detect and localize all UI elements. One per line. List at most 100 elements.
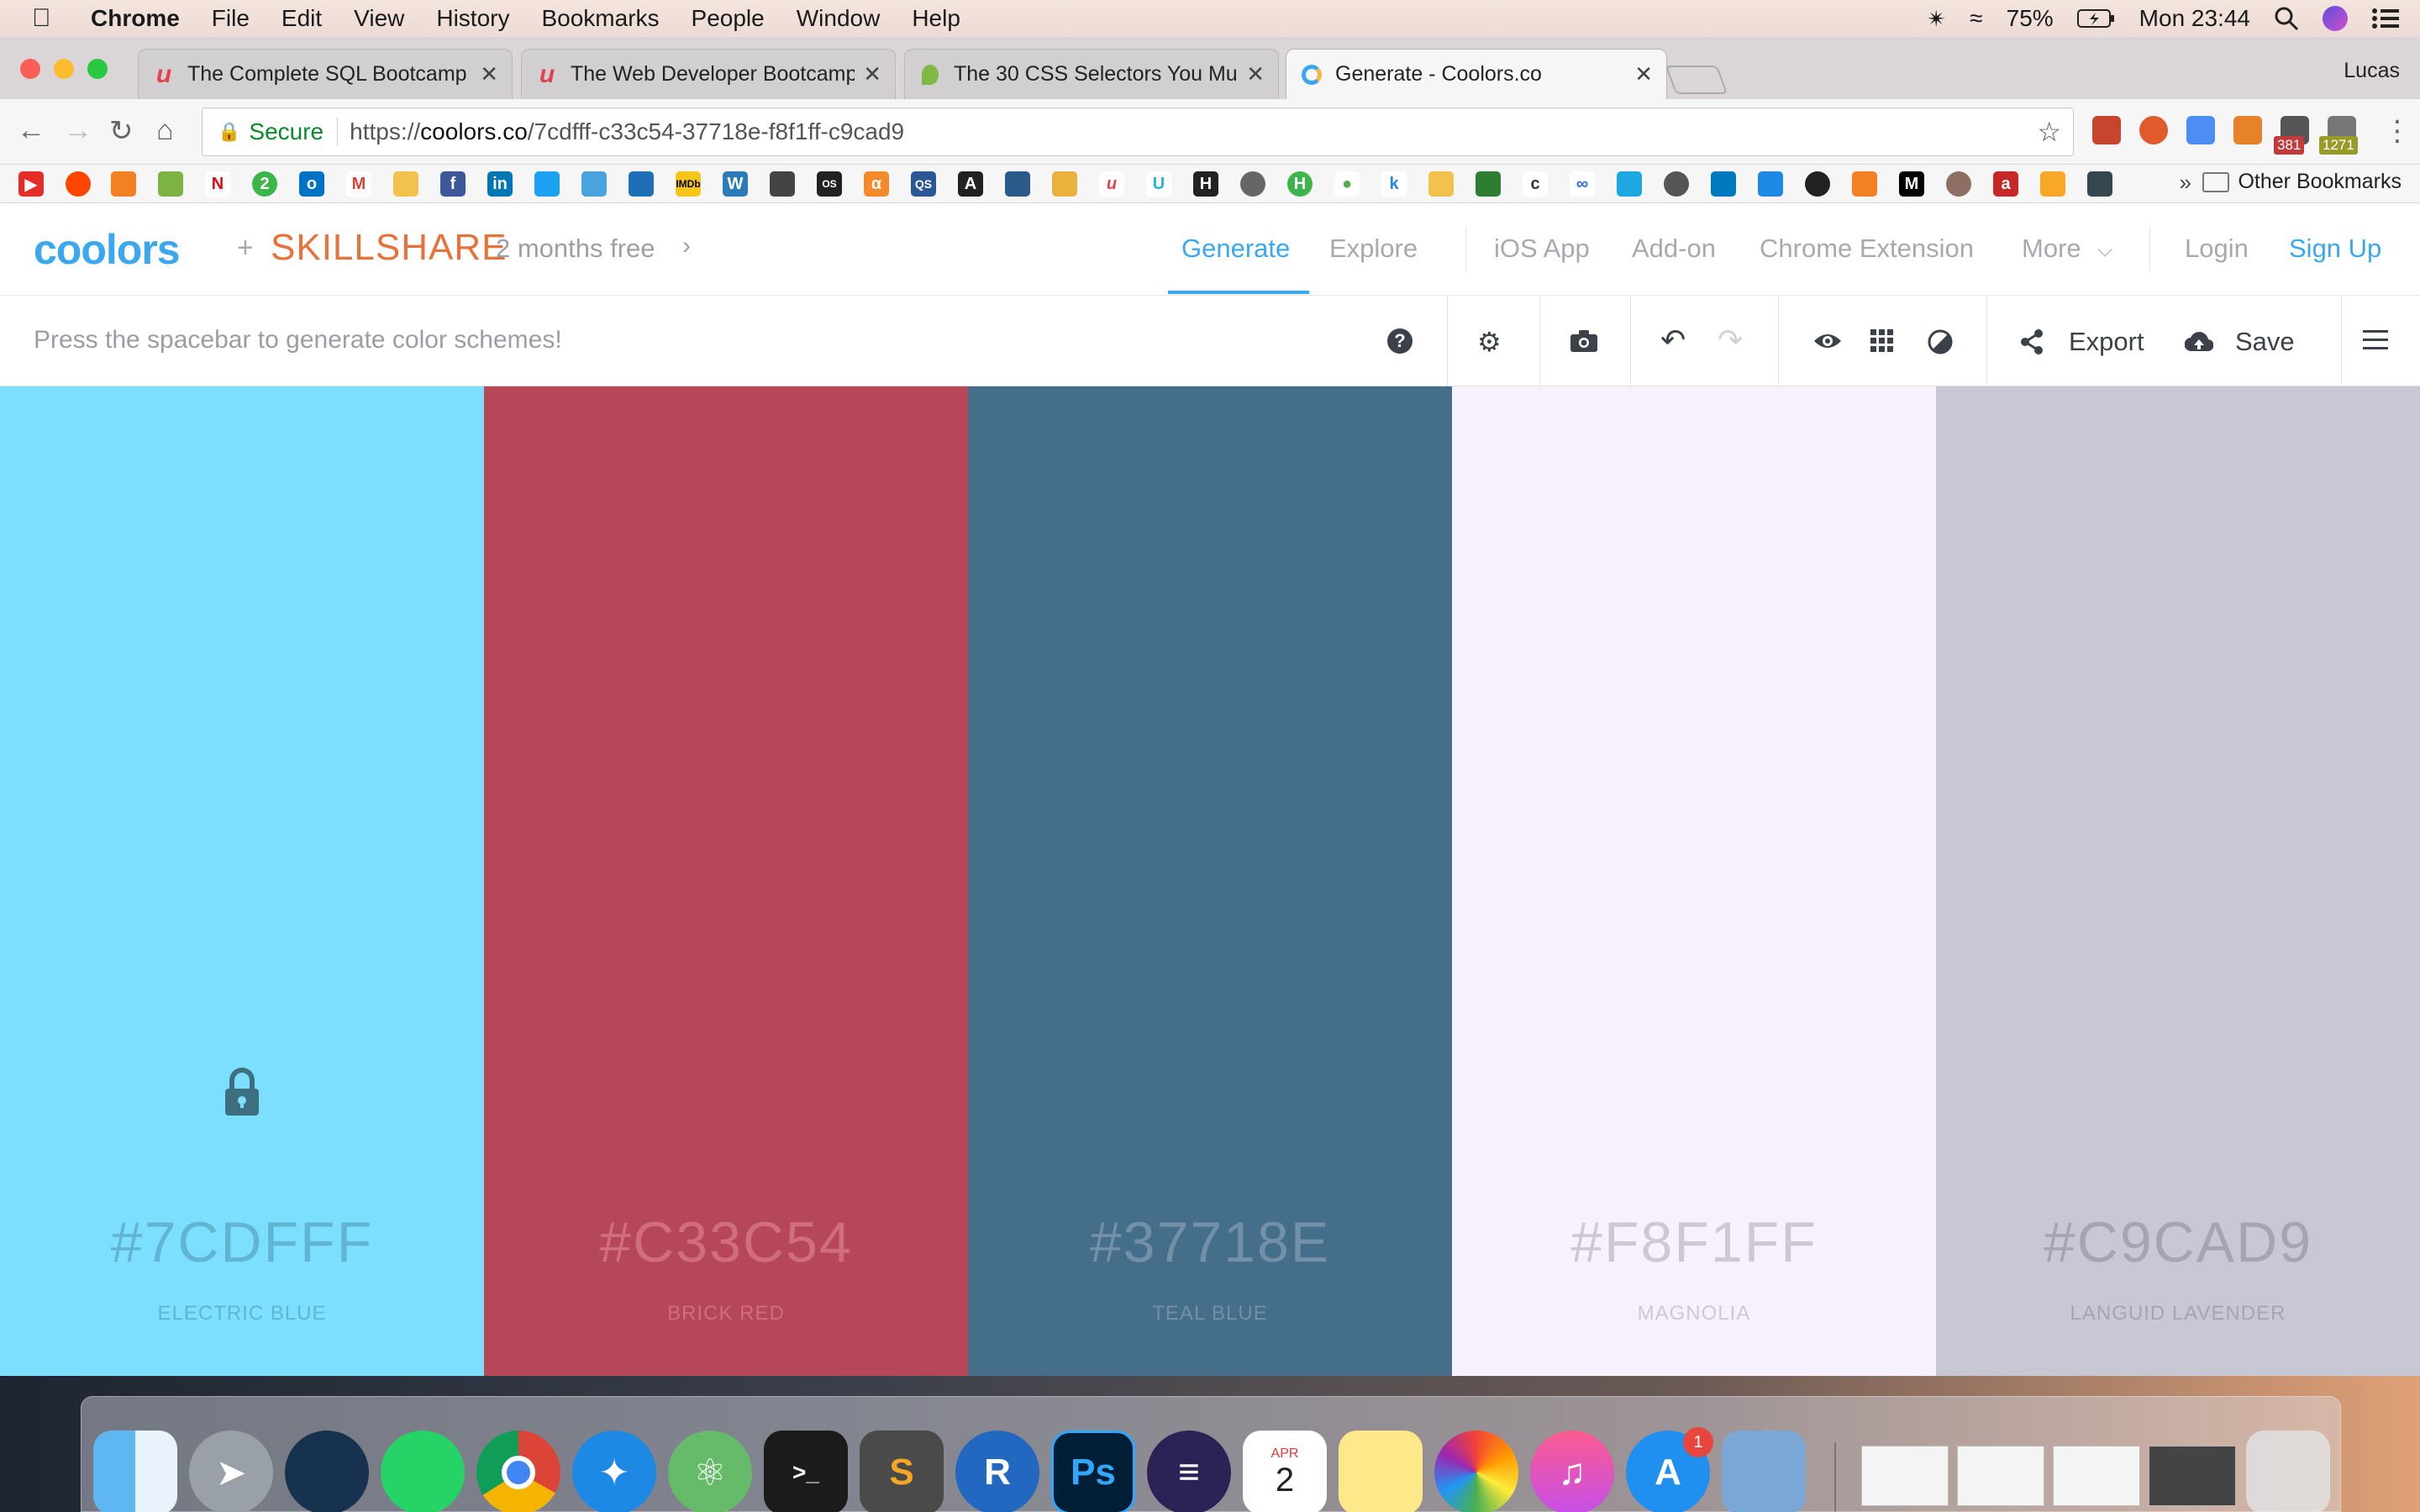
share-icon[interactable] <box>2020 329 2044 354</box>
menu-bookmarks[interactable]: Bookmarks <box>541 5 659 32</box>
wifi-icon[interactable]: ≈ <box>1970 5 1982 32</box>
bookmark-udemy-icon[interactable]: u <box>1099 171 1124 197</box>
bookmark-badge-icon[interactable] <box>1664 171 1689 197</box>
finder-icon[interactable] <box>93 1431 177 1512</box>
camera-icon[interactable] <box>1570 329 1598 353</box>
safari-icon[interactable]: ✦ <box>572 1431 656 1512</box>
bookmarks-overflow-icon[interactable]: » <box>2180 170 2191 196</box>
color-hex-code[interactable]: #C33C54 <box>484 1210 968 1275</box>
whatsapp-icon[interactable] <box>381 1431 465 1512</box>
bookmark-github-icon[interactable] <box>1805 171 1830 197</box>
bookmark-bitbucket-icon[interactable] <box>1758 171 1783 197</box>
bookmark-graduation-icon[interactable] <box>1005 171 1030 197</box>
menu-view[interactable]: View <box>354 5 404 32</box>
spotlight-search-icon[interactable] <box>2274 6 2299 31</box>
color-hex-code[interactable]: #7CDFFF <box>0 1210 484 1275</box>
tab-sql-bootcamp[interactable]: u The Complete SQL Bootcamp | ✕ <box>138 49 513 99</box>
chrome-icon[interactable] <box>476 1431 560 1512</box>
bookmark-twitter-icon[interactable] <box>534 171 560 197</box>
url-text[interactable]: https://coolors.co/7cdfff-c33c54-37718e-… <box>350 118 904 145</box>
nav-chrome-extension[interactable]: Chrome Extension <box>1760 234 1974 264</box>
menu-window[interactable]: Window <box>797 5 881 32</box>
minimized-window-thumbnail[interactable] <box>1861 1446 1949 1506</box>
tab-css-selectors[interactable]: The 30 CSS Selectors You Mus ✕ <box>904 49 1279 99</box>
bookmark-mail-icon[interactable] <box>393 171 418 197</box>
reload-icon[interactable]: ↻ <box>109 114 134 148</box>
bookmark-telegram-icon[interactable] <box>629 171 654 197</box>
color-swatch-3[interactable]: #37718E TEAL BLUE <box>968 386 1452 1376</box>
battery-icon[interactable] <box>2076 8 2116 29</box>
bookmark-gmail-icon[interactable]: M <box>346 171 371 197</box>
apple-menu-icon[interactable]:  <box>32 4 66 33</box>
bluetooth-icon[interactable]: ✴ <box>1927 5 1946 33</box>
photos-icon[interactable] <box>1434 1431 1518 1512</box>
gear-icon[interactable]: ⚙ <box>1477 326 1502 358</box>
tab-coolors-generate[interactable]: Generate - Coolors.co ✕ <box>1286 49 1667 99</box>
bookmark-yellow-icon[interactable] <box>2040 171 2065 197</box>
bookmark-facebook-icon[interactable]: f <box>440 171 466 197</box>
chevron-down-icon[interactable]: ⌵ <box>2097 239 2112 262</box>
color-swatch-1[interactable]: #7CDFFF ELECTRIC BLUE <box>0 386 484 1376</box>
notes-icon[interactable] <box>1339 1431 1423 1512</box>
bookmark-medium-icon[interactable]: M <box>1899 171 1924 197</box>
nav-signup[interactable]: Sign Up <box>2289 234 2381 264</box>
preview-icon[interactable] <box>1722 1431 1806 1512</box>
bookmark-folder-icon[interactable] <box>1428 171 1454 197</box>
color-swatch-4[interactable]: #F8F1FF MAGNOLIA <box>1452 386 1936 1376</box>
redo-icon[interactable]: ↷ <box>1718 323 1743 358</box>
close-tab-icon[interactable]: ✕ <box>480 61 498 87</box>
menu-help[interactable]: Help <box>912 5 960 32</box>
bookmark-youtube-icon[interactable]: ▶ <box>18 171 44 197</box>
chrome-profile-name[interactable]: Lucas <box>2344 59 2400 83</box>
bookmark-seal-icon[interactable] <box>1240 171 1265 197</box>
trash-icon[interactable] <box>2246 1431 2330 1512</box>
calendar-icon[interactable]: APR 2 <box>1243 1431 1327 1512</box>
bookmark-shield-icon[interactable] <box>1617 171 1642 197</box>
bookmark-alpha-icon[interactable]: α <box>864 171 889 197</box>
color-swatch-5[interactable]: #C9CAD9 LANGUID LAVENDER <box>1936 386 2420 1376</box>
close-tab-icon[interactable]: ✕ <box>1246 61 1265 87</box>
battery-percent[interactable]: 75% <box>2007 5 2054 32</box>
bookmark-a2-icon[interactable]: A <box>958 171 983 197</box>
bookmark-linkedin-icon[interactable]: in <box>487 171 513 197</box>
notification-center-icon[interactable] <box>2371 7 2400 30</box>
steam-icon[interactable] <box>285 1431 369 1512</box>
color-hex-code[interactable]: #37718E <box>968 1210 1452 1275</box>
bookmark-trello-icon[interactable] <box>1711 171 1736 197</box>
bookmark-trophy-icon[interactable] <box>1052 171 1077 197</box>
adjust-icon[interactable] <box>1928 329 1953 354</box>
terminal-icon[interactable]: >_ <box>764 1431 848 1512</box>
close-tab-icon[interactable]: ✕ <box>1634 61 1653 87</box>
bookmark-link-icon[interactable]: ∞ <box>1570 171 1595 197</box>
coolors-logo[interactable]: coolors <box>34 225 181 274</box>
address-bar[interactable]: 🔒 Secure https://coolors.co/7cdfff-c33c5… <box>202 108 2074 156</box>
photoshop-icon[interactable]: Ps <box>1051 1431 1135 1512</box>
chevron-right-icon[interactable]: › <box>682 232 691 260</box>
bookmark-image-icon[interactable] <box>2087 171 2112 197</box>
google-translate-icon[interactable] <box>2186 116 2215 144</box>
itunes-icon[interactable]: ♫ <box>1530 1431 1614 1512</box>
chrome-menu-icon[interactable]: ⋮ <box>2383 114 2412 148</box>
bookmark-avatar-icon[interactable] <box>1946 171 1971 197</box>
new-tab-button[interactable] <box>1665 66 1728 94</box>
close-window-button[interactable] <box>20 59 40 79</box>
bookmark-owl-icon[interactable] <box>581 171 607 197</box>
lock-icon[interactable] <box>222 1067 262 1117</box>
bookmark-car-icon[interactable] <box>770 171 795 197</box>
bookmark-c-icon[interactable]: c <box>1523 171 1548 197</box>
undo-icon[interactable]: ↶ <box>1660 323 1686 358</box>
bookmark-stack-icon[interactable] <box>1852 171 1877 197</box>
launchpad-icon[interactable]: ➤ <box>189 1431 273 1512</box>
menu-app-chrome[interactable]: Chrome <box>91 5 180 32</box>
other-bookmarks-folder[interactable]: Other Bookmarks <box>2202 170 2402 194</box>
eclipse-icon[interactable]: ≡ <box>1147 1431 1231 1512</box>
export-button[interactable]: Export <box>2069 327 2144 357</box>
color-hex-code[interactable]: #F8F1FF <box>1452 1210 1936 1275</box>
grid-icon[interactable] <box>1870 329 1894 353</box>
bookmark-reddit-icon[interactable] <box>66 171 91 197</box>
menu-icon[interactable] <box>2363 329 2388 351</box>
help-icon[interactable]: ? <box>1386 328 1413 354</box>
atom-icon[interactable]: ⚛ <box>668 1431 752 1512</box>
extension-gear-icon[interactable] <box>2139 116 2168 144</box>
bookmark-star-icon[interactable]: ☆ <box>2037 116 2061 148</box>
